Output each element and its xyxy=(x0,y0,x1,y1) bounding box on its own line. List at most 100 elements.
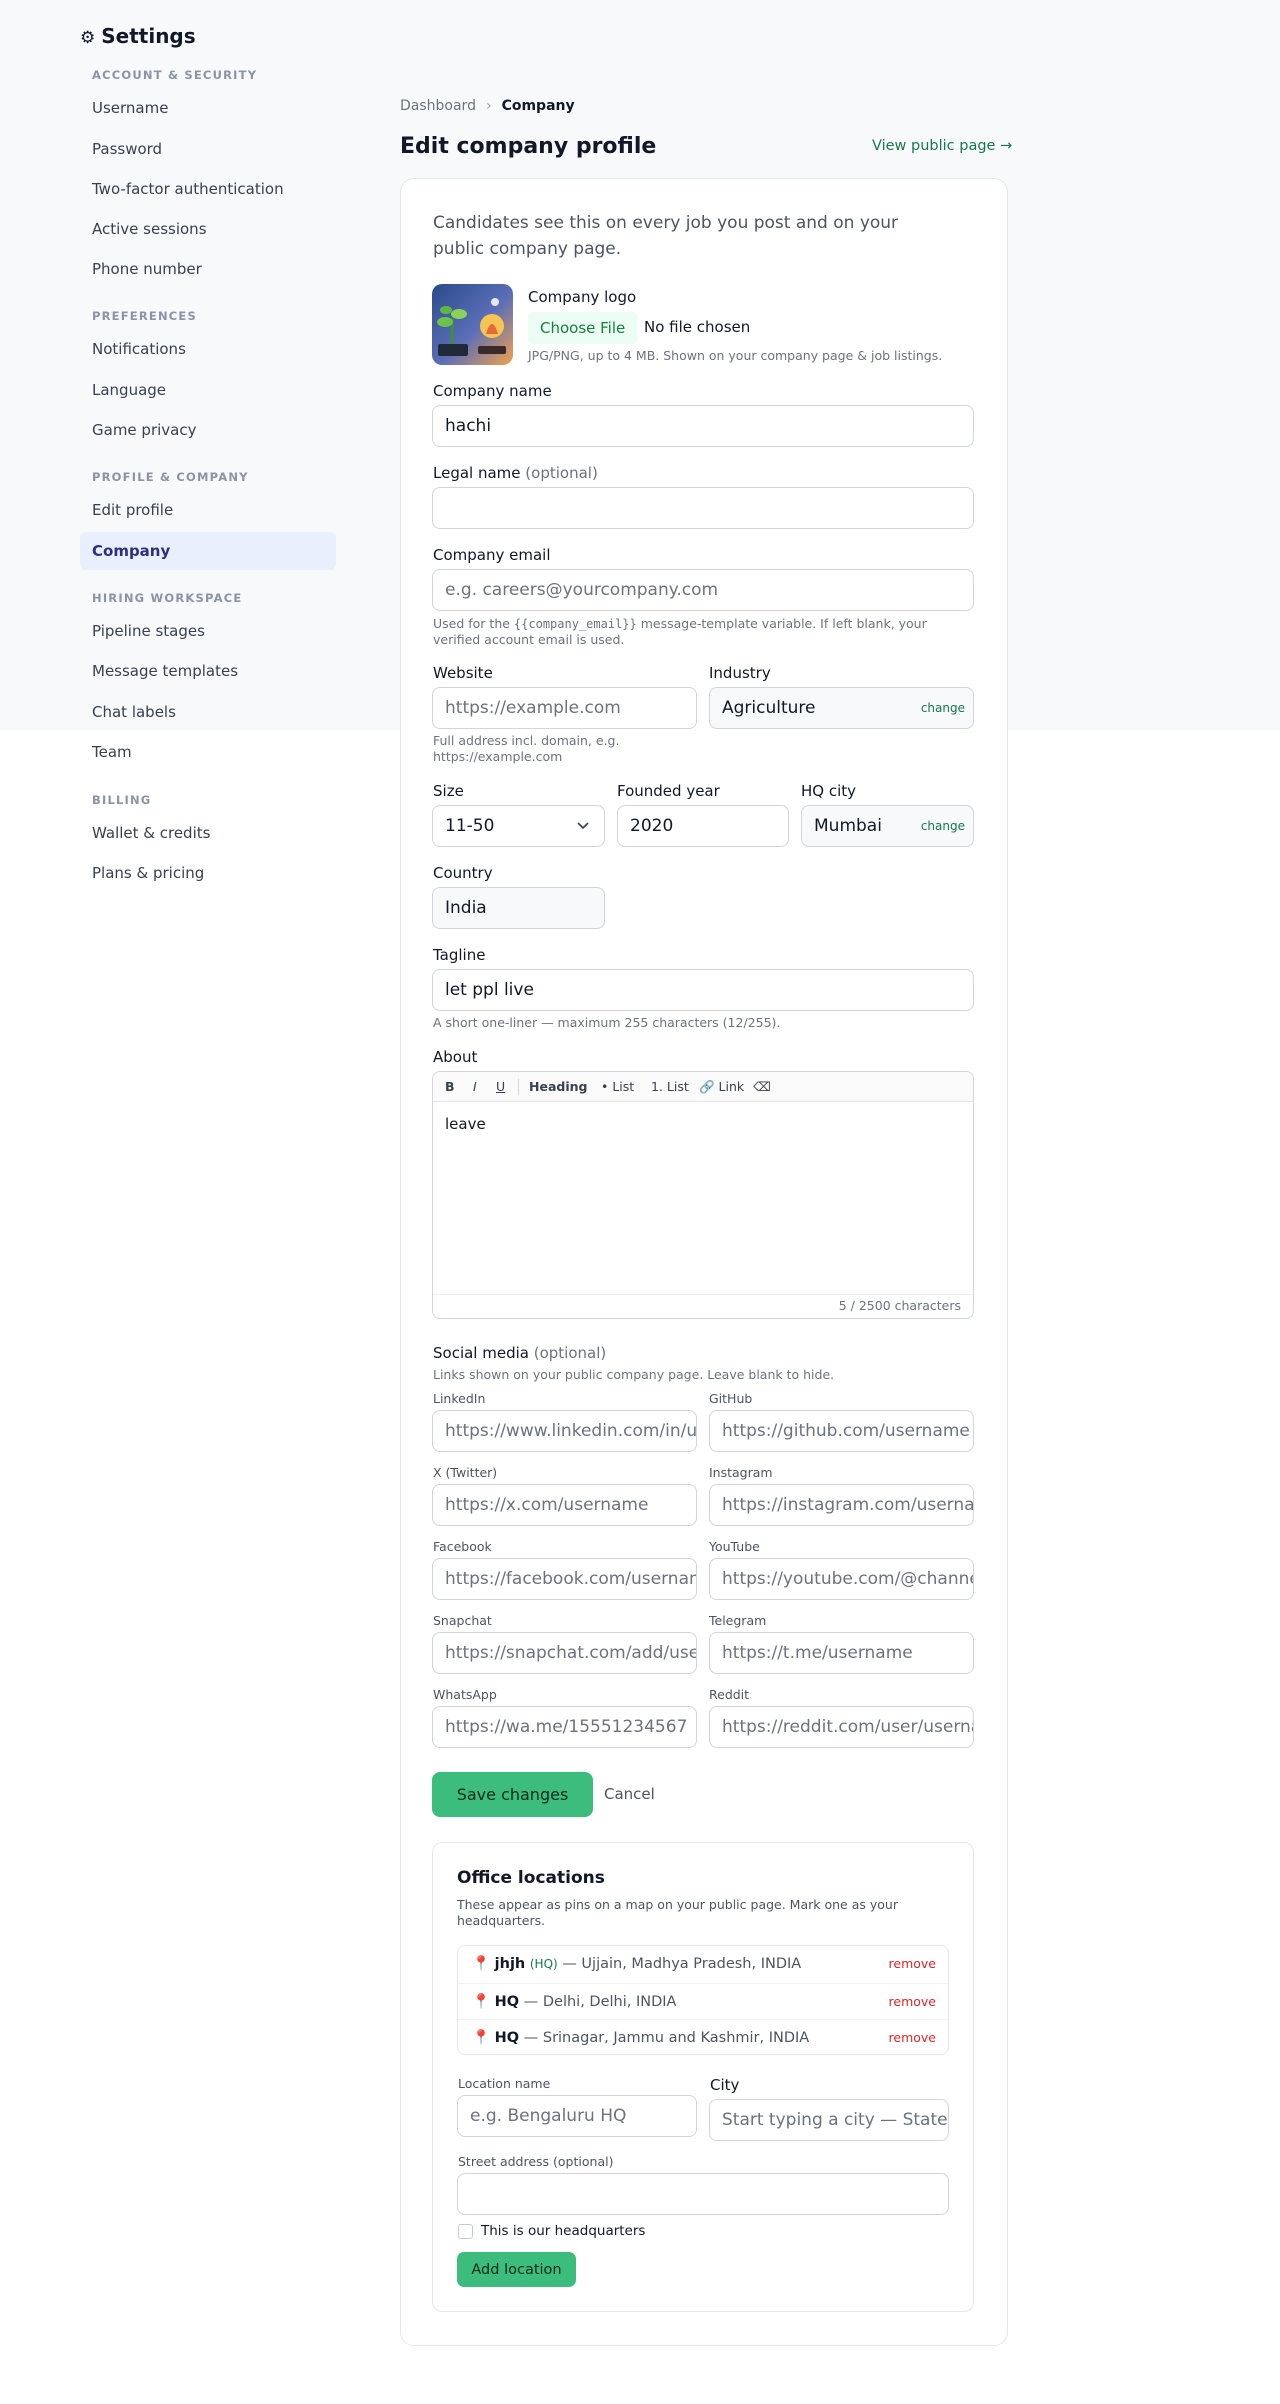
sidebar-item-team[interactable]: Team xyxy=(80,733,336,771)
link-button[interactable]: 🔗 Link xyxy=(699,1072,744,1102)
location-name-input[interactable]: e.g. Bengaluru HQ xyxy=(457,2095,697,2137)
section-heading-billing: BILLING xyxy=(92,793,152,807)
company-name-input[interactable]: hachi xyxy=(432,405,974,447)
whatsapp-input[interactable]: https://wa.me/15551234567 xyxy=(432,1706,697,1748)
company-email-hint: Used for the {{company_email}} message-t… xyxy=(433,616,927,647)
social-media-hint: Links shown on your public company page.… xyxy=(433,1367,835,1382)
telegram-label: Telegram xyxy=(709,1613,767,1628)
legal-name-input[interactable] xyxy=(432,487,974,529)
map-pin-icon: 📍 xyxy=(472,1956,491,1972)
sidebar-item-notifications[interactable]: Notifications xyxy=(80,330,336,368)
company-email-label: Company email xyxy=(433,546,551,564)
sidebar-item-plans[interactable]: Plans & pricing xyxy=(80,854,336,892)
x-twitter-input[interactable]: https://x.com/username xyxy=(432,1484,697,1526)
instagram-label: Instagram xyxy=(709,1465,773,1480)
choose-file-button[interactable]: Choose File xyxy=(528,312,638,344)
editor-toolbar: B I U Heading • List 1. List 🔗 Link ⌫ xyxy=(433,1072,973,1102)
sidebar-item-phone-number[interactable]: Phone number xyxy=(80,250,336,288)
youtube-label: YouTube xyxy=(709,1539,760,1554)
github-input[interactable]: https://github.com/username xyxy=(709,1410,974,1452)
heading-button[interactable]: Heading xyxy=(529,1072,587,1102)
hq-checkbox[interactable] xyxy=(458,2224,473,2239)
company-name-value: hachi xyxy=(445,416,492,436)
founded-year-input[interactable]: 2020 xyxy=(617,805,789,847)
breadcrumb-current: Company xyxy=(501,98,575,114)
section-heading-profile: PROFILE & COMPANY xyxy=(92,470,249,484)
sidebar-item-active-sessions[interactable]: Active sessions xyxy=(80,210,336,248)
cancel-button[interactable]: Cancel xyxy=(604,1785,655,1803)
size-value: 11-50 xyxy=(445,816,495,836)
website-placeholder: https://example.com xyxy=(445,698,621,718)
sidebar-item-game-privacy[interactable]: Game privacy xyxy=(80,411,336,449)
sidebar-item-username[interactable]: Username xyxy=(80,89,336,127)
hq-badge: (HQ) xyxy=(529,1957,558,1971)
country-value: India xyxy=(445,898,487,918)
company-name-label: Company name xyxy=(433,382,552,400)
hq-city-change-link[interactable]: change xyxy=(921,819,965,833)
sidebar-item-edit-profile[interactable]: Edit profile xyxy=(80,491,336,529)
hq-checkbox-label: This is our headquarters xyxy=(481,2223,646,2239)
section-heading-hiring: HIRING WORKSPACE xyxy=(92,591,243,605)
sidebar-item-chat-labels[interactable]: Chat labels xyxy=(80,693,336,731)
website-input[interactable]: https://example.com xyxy=(432,687,697,729)
sidebar-item-company[interactable]: Company xyxy=(80,532,336,570)
street-address-input[interactable] xyxy=(457,2173,949,2215)
industry-change-link[interactable]: change xyxy=(921,701,965,715)
sidebar-item-language[interactable]: Language xyxy=(80,371,336,409)
hq-city-value: Mumbai xyxy=(814,816,882,836)
snapchat-label: Snapchat xyxy=(433,1613,492,1628)
industry-field: Agriculture change xyxy=(709,687,974,729)
city-label: City xyxy=(710,2076,740,2094)
instagram-input[interactable]: https://instagram.com/username xyxy=(709,1484,974,1526)
breadcrumb-dashboard[interactable]: Dashboard xyxy=(400,98,476,114)
founded-year-value: 2020 xyxy=(630,816,674,836)
about-label: About xyxy=(433,1048,478,1066)
add-location-button[interactable]: Add location xyxy=(457,2252,576,2287)
company-logo-label: Company logo xyxy=(528,288,637,306)
sidebar-item-pipeline-stages[interactable]: Pipeline stages xyxy=(80,612,336,650)
snapchat-input[interactable]: https://snapchat.com/add/username xyxy=(432,1632,697,1674)
facebook-input[interactable]: https://facebook.com/username xyxy=(432,1558,697,1600)
telegram-input[interactable]: https://t.me/username xyxy=(709,1632,974,1674)
company-email-input[interactable]: e.g. careers@yourcompany.com xyxy=(432,569,974,611)
country-label: Country xyxy=(433,864,493,882)
about-editor[interactable]: B I U Heading • List 1. List 🔗 Link ⌫ le… xyxy=(432,1071,974,1319)
legal-name-label: Legal name (optional) xyxy=(433,464,598,482)
country-field: India xyxy=(432,887,605,929)
company-logo-image xyxy=(432,284,513,365)
remove-location-button[interactable]: remove xyxy=(889,1946,936,1982)
logo-hint: JPG/PNG, up to 4 MB. Shown on your compa… xyxy=(528,348,943,363)
bold-button[interactable]: B xyxy=(445,1072,455,1102)
map-pin-icon: 📍 xyxy=(472,2030,491,2046)
sidebar-item-two-factor[interactable]: Two-factor authentication xyxy=(80,170,336,208)
view-public-page-link[interactable]: View public page → xyxy=(872,138,1012,154)
page-title: Edit company profile xyxy=(400,134,657,159)
linkedin-label: LinkedIn xyxy=(433,1391,486,1406)
save-changes-button[interactable]: Save changes xyxy=(432,1772,593,1817)
x-twitter-label: X (Twitter) xyxy=(433,1465,498,1480)
tagline-input[interactable]: let ppl live xyxy=(432,969,974,1011)
settings-title: ⚙ Settings xyxy=(80,24,196,48)
reddit-input[interactable]: https://reddit.com/user/username xyxy=(709,1706,974,1748)
remove-location-button[interactable]: remove xyxy=(889,2020,936,2056)
whatsapp-label: WhatsApp xyxy=(433,1687,497,1702)
youtube-input[interactable]: https://youtube.com/@channel xyxy=(709,1558,974,1600)
linkedin-input[interactable]: https://www.linkedin.com/in/username xyxy=(432,1410,697,1452)
breadcrumb: Dashboard › Company xyxy=(400,98,575,114)
intro-text: Candidates see this on every job you pos… xyxy=(433,213,899,259)
sidebar-item-password[interactable]: Password xyxy=(80,130,336,168)
numbered-list-button[interactable]: 1. List xyxy=(651,1072,689,1102)
city-input[interactable]: Start typing a city — State xyxy=(709,2099,949,2141)
chevron-down-icon xyxy=(577,822,589,830)
social-media-label: Social media (optional) xyxy=(433,1344,607,1362)
size-select[interactable]: 11-50 xyxy=(432,805,605,847)
list-item: 📍 jhjh (HQ) — Ujjain, Madhya Pradesh, IN… xyxy=(458,1946,948,1983)
underline-button[interactable]: U xyxy=(496,1072,505,1102)
sidebar-item-wallet[interactable]: Wallet & credits xyxy=(80,814,336,852)
italic-button[interactable]: I xyxy=(473,1072,477,1102)
hq-city-label: HQ city xyxy=(801,782,857,800)
bullet-list-button[interactable]: • List xyxy=(601,1072,634,1102)
sidebar-item-message-templates[interactable]: Message templates xyxy=(80,652,336,690)
remove-location-button[interactable]: remove xyxy=(889,1984,936,2020)
clear-format-icon[interactable]: ⌫ xyxy=(753,1072,771,1102)
